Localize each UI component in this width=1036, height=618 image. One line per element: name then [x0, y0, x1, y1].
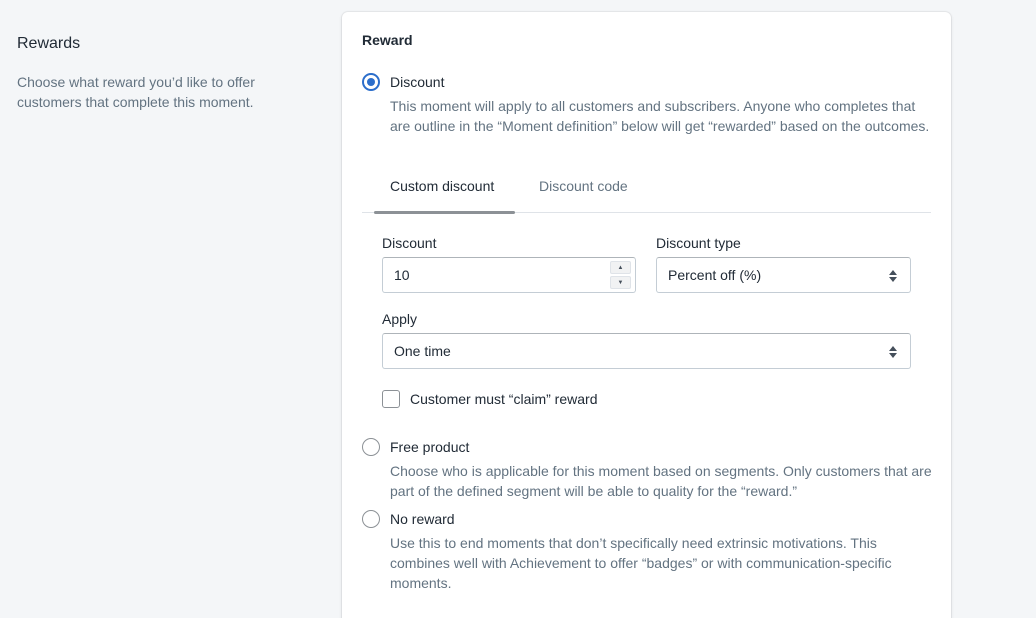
apply-value: One time — [394, 343, 451, 359]
discount-type-value: Percent off (%) — [668, 267, 762, 283]
apply-label: Apply — [382, 311, 418, 327]
select-arrows-icon — [889, 269, 897, 283]
decrement-button[interactable]: ▼ — [610, 276, 631, 289]
tab-discount-code[interactable]: Discount code — [539, 175, 628, 213]
claim-reward-row[interactable]: Customer must “claim” reward — [382, 390, 597, 408]
claim-reward-label: Customer must “claim” reward — [410, 391, 598, 407]
chevron-up-icon: ▲ — [617, 264, 624, 271]
discount-input[interactable]: 10 ▲ ▼ — [382, 257, 636, 293]
tab-custom-discount-label: Custom discount — [390, 178, 495, 194]
section-title: Rewards — [17, 35, 81, 52]
free-product-radio[interactable] — [362, 438, 380, 456]
free-product-option-label: Free product — [390, 439, 470, 455]
section-description: Choose what reward you’d like to offer c… — [17, 74, 255, 110]
discount-option-label: Discount — [390, 74, 445, 90]
discount-radio[interactable] — [362, 73, 380, 91]
select-arrows-icon — [889, 345, 897, 359]
discount-tabs: Custom discount Discount code — [362, 175, 931, 214]
discount-input-value: 10 — [394, 267, 410, 283]
claim-reward-checkbox[interactable] — [382, 390, 400, 408]
chevron-down-icon: ▼ — [617, 279, 624, 286]
discount-type-select[interactable]: Percent off (%) — [656, 257, 911, 293]
reward-card: Reward Discount This moment will apply t… — [342, 12, 951, 618]
discount-type-label: Discount type — [656, 235, 741, 251]
increment-button[interactable]: ▲ — [610, 261, 631, 274]
no-reward-option-label: No reward — [390, 511, 455, 527]
tab-custom-discount[interactable]: Custom discount — [374, 175, 515, 214]
no-reward-option-help: Use this to end moments that don’t speci… — [390, 535, 892, 591]
card-heading: Reward — [362, 32, 413, 48]
free-product-option[interactable]: Free product — [362, 438, 469, 456]
apply-select[interactable]: One time — [382, 333, 911, 369]
free-product-option-help: Choose who is applicable for this moment… — [390, 463, 932, 499]
no-reward-radio[interactable] — [362, 510, 380, 528]
discount-option[interactable]: Discount — [362, 73, 444, 91]
no-reward-option[interactable]: No reward — [362, 510, 455, 528]
tab-discount-code-label: Discount code — [539, 178, 628, 194]
quantity-stepper[interactable]: ▲ ▼ — [610, 261, 631, 289]
discount-field-label: Discount — [382, 235, 437, 251]
discount-option-help: This moment will apply to all customers … — [390, 98, 930, 134]
